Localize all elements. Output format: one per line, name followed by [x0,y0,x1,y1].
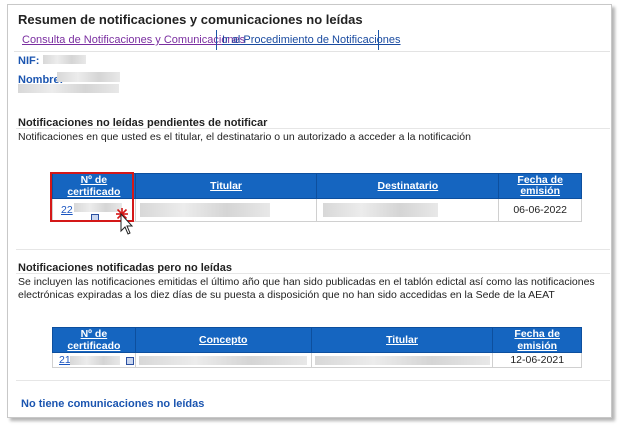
nif-label: NIF: [18,55,40,67]
section-divider [16,249,610,250]
column-header-fecha[interactable]: Fecha de emisión [498,173,582,199]
column-header-titular[interactable]: Titular [310,327,494,353]
tab-divider [216,30,217,50]
tab-divider [378,30,379,50]
titular-cell [310,352,494,368]
tab-ir-procedimiento[interactable]: Ir al Procedimiento de Notificaciones [222,34,401,46]
nombre-value-redacted-line2 [18,84,119,93]
nombre-value-redacted [57,72,120,82]
table-row: 21 12-06-2021 [52,352,582,368]
pending-section-description: Notificaciones en que usted es el titula… [18,131,471,143]
column-header-destinatario[interactable]: Destinatario [316,173,500,199]
column-header-fecha[interactable]: Fecha de emisión [492,327,582,353]
destinatario-cell [316,198,500,222]
certificado-cell: 21 [52,352,136,368]
document-link-icon[interactable] [126,357,134,365]
notified-notifications-table: Nº de certificado Concepto Titular Fecha… [52,327,582,368]
column-header-certificado[interactable]: Nº de certificado [52,327,136,353]
fecha-cell: 06-06-2022 [498,198,582,222]
titular-redacted [314,356,490,365]
section-divider [16,128,610,129]
no-communications-message: No tiene comunicaciones no leídas [21,398,205,410]
titular-cell [134,198,318,222]
titular-redacted [139,203,270,217]
mouse-pointer-icon [116,208,134,235]
destinatario-redacted [323,203,439,217]
concepto-redacted [138,356,307,365]
section-divider [16,273,610,274]
section-divider [16,380,610,381]
tab-consulta-notificaciones[interactable]: Consulta de Notificaciones y Comunicacio… [22,34,245,46]
column-header-titular[interactable]: Titular [134,173,318,199]
concepto-cell [134,352,312,368]
nif-value-redacted [43,55,86,64]
notified-section-description: Se incluyen las notificaciones emitidas … [18,276,595,301]
certificado-redacted [70,356,120,365]
fecha-cell: 12-06-2021 [492,352,582,368]
certificado-link[interactable]: 21 [59,354,71,366]
column-header-concepto[interactable]: Concepto [134,327,312,353]
page-title: Resumen de notificaciones y comunicacion… [18,12,363,27]
